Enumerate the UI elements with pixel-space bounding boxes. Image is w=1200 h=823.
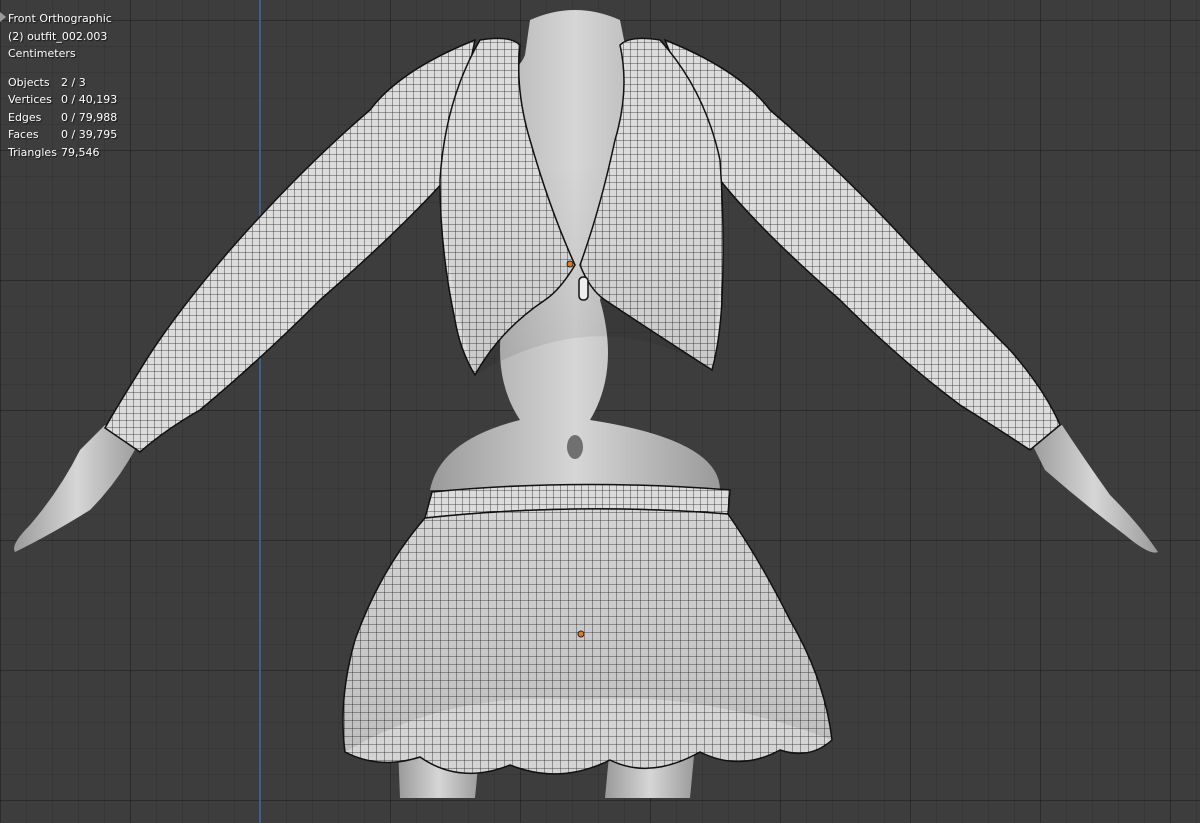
stat-vertices: Vertices 0 / 40,193 (8, 91, 117, 109)
stat-label: Triangles (8, 145, 57, 159)
stat-value: 0 / 39,795 (61, 128, 118, 141)
stat-value: 0 / 79,988 (61, 110, 118, 124)
stat-value: 0 / 40,193 (61, 93, 118, 106)
stat-triangles: Triangles 79,546 (8, 144, 117, 162)
stat-value: 2 / 3 (61, 75, 86, 89)
button-element (578, 276, 589, 301)
unit-system: Centimeters (8, 47, 76, 60)
stat-label: Objects (8, 75, 50, 89)
stat-edges: Edges 0 / 79,988 (8, 109, 117, 127)
stat-label: Faces (8, 128, 39, 141)
stat-value: 79,546 (61, 145, 100, 159)
skirt-mesh (342, 483, 833, 775)
view-name: Front Orthographic (8, 12, 112, 25)
active-object-label: (2) outfit_002.003 (8, 29, 108, 43)
model-render[interactable] (0, 0, 1200, 823)
stat-faces: Faces 0 / 39,795 (8, 126, 117, 144)
stat-label: Edges (8, 110, 42, 124)
3d-viewport[interactable]: Front Orthographic (2) outfit_002.003 Ce… (0, 0, 1200, 823)
stat-label: Vertices (8, 93, 52, 106)
skirt-origin-point[interactable] (577, 630, 585, 638)
jacket-origin-point[interactable] (566, 260, 574, 268)
stat-objects: Objects 2 / 3 (8, 74, 117, 92)
collapse-arrow-icon[interactable] (0, 12, 6, 22)
viewport-info-overlay: Front Orthographic (2) outfit_002.003 Ce… (8, 10, 117, 161)
